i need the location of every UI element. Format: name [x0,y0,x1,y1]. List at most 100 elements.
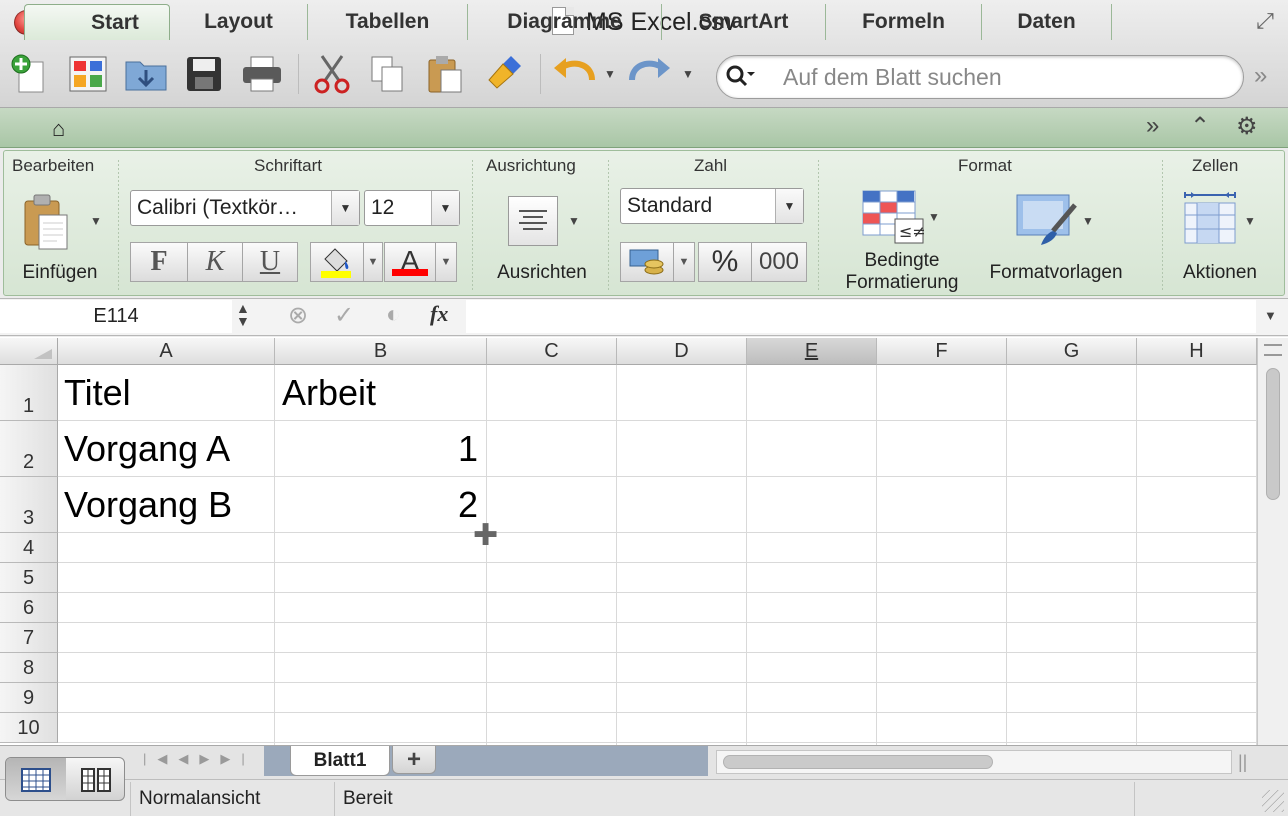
conditional-formatting-dropdown-arrow[interactable]: ▼ [928,210,940,224]
undo-icon[interactable] [552,52,596,96]
expand-formula-bar-arrow[interactable]: ▼ [1264,308,1277,323]
split-handle-icon[interactable]: || [1238,752,1247,773]
tab-tabellen[interactable]: Tabellen [308,4,468,40]
row-header-3[interactable]: 3 [0,477,58,533]
cell-B3[interactable]: 2 [280,484,478,526]
align-icon[interactable] [508,196,558,246]
cell-actions-icon[interactable] [1180,190,1240,250]
search-input[interactable] [783,62,1233,92]
undo-dropdown-arrow[interactable]: ▼ [604,67,616,81]
format-styles-label[interactable]: Formatvorlagen [976,262,1136,284]
highlight-dropdown-arrow[interactable]: ▼ [363,242,383,282]
row-header-4[interactable]: 4 [0,533,58,563]
tab-smartart[interactable]: SmartArt [662,4,826,40]
cell-A1[interactable]: Titel [64,372,131,414]
thousands-separator-button[interactable]: 000 [751,242,807,282]
spreadsheet-grid[interactable] [0,337,1288,745]
cell-actions-dropdown-arrow[interactable]: ▼ [1244,214,1256,228]
sheet-tab-blatt1[interactable]: Blatt1 [290,746,390,776]
font-color-button[interactable]: A [384,242,436,282]
search-icon[interactable] [725,62,785,92]
tab-layout[interactable]: Layout [170,4,308,40]
row-header-5[interactable]: 5 [0,563,58,593]
row-header-10[interactable]: 10 [0,713,58,743]
redo-icon[interactable] [628,52,672,96]
horizontal-scroll-thumb[interactable] [723,755,993,769]
toolbar-overflow-icon[interactable]: » [1254,62,1267,90]
vertical-scrollbar[interactable] [1257,338,1288,745]
row-header-9[interactable]: 9 [0,683,58,713]
cut-icon[interactable] [310,52,354,96]
column-header-g[interactable]: G [1007,338,1137,365]
tab-diagramme[interactable]: Diagramme [468,4,662,40]
tab-formeln[interactable]: Formeln [826,4,982,40]
formula-builder-toggle-icon[interactable]: ◐ [386,301,401,329]
row-header-2[interactable]: 2 [0,421,58,477]
currency-dropdown-arrow[interactable]: ▼ [673,242,695,282]
chevron-down-icon[interactable]: ▼ [431,191,459,225]
paste-dropdown-arrow[interactable]: ▼ [90,214,102,228]
column-header-c[interactable]: C [487,338,617,365]
chevron-down-icon[interactable]: ▼ [775,189,803,223]
font-size-select[interactable]: 12 ▼ [364,190,460,226]
paste-icon[interactable] [424,52,468,96]
templates-icon[interactable] [66,52,110,96]
name-box-stepper[interactable]: ▲ ▼ [236,301,250,328]
font-name-select[interactable]: Calibri (Textkör… ▼ [130,190,360,226]
format-styles-icon[interactable] [1012,190,1082,250]
cell-A3[interactable]: Vorgang B [64,484,232,526]
cell-A2[interactable]: Vorgang A [64,428,230,470]
column-header-h[interactable]: H [1137,338,1257,365]
resize-grip-icon[interactable] [1262,790,1284,812]
column-header-b[interactable]: B [275,338,487,365]
gear-icon[interactable]: ⚙ [1236,112,1258,141]
align-label[interactable]: Ausrichten [480,262,604,284]
conditional-formatting-icon[interactable]: ≤≠ [860,188,926,246]
column-header-e[interactable]: E [747,338,877,365]
number-format-select[interactable]: Standard ▼ [620,188,804,224]
currency-button[interactable] [620,242,674,282]
add-sheet-button[interactable]: + [392,746,436,774]
chevron-down-icon[interactable]: ▼ [331,191,359,225]
cell-actions-label[interactable]: Aktionen [1168,262,1272,284]
split-handle-icon[interactable] [1264,344,1282,356]
highlight-button[interactable] [310,242,364,282]
percent-button[interactable]: % [698,242,752,282]
new-workbook-icon[interactable] [8,52,52,96]
cell-B1[interactable]: Arbeit [282,372,376,414]
bold-button[interactable]: F [130,242,188,282]
normal-view-icon[interactable] [6,758,66,800]
conditional-formatting-label[interactable]: Bedingte Formatierung [832,250,972,294]
name-box[interactable]: E114 [0,300,232,333]
format-styles-dropdown-arrow[interactable]: ▼ [1082,214,1094,228]
paste-big-icon[interactable] [22,192,74,252]
redo-dropdown-arrow[interactable]: ▼ [682,67,694,81]
row-header-1[interactable]: 1 [0,365,58,421]
copy-icon[interactable] [366,52,410,96]
column-header-f[interactable]: F [877,338,1007,365]
format-painter-icon[interactable] [482,52,526,96]
save-icon[interactable] [182,52,226,96]
tab-start[interactable]: Start [24,4,170,40]
fullscreen-icon[interactable]: ⤢ [1252,8,1278,34]
formula-input[interactable] [466,300,1256,333]
tab-daten[interactable]: Daten [982,4,1112,40]
confirm-entry-icon[interactable]: ✓ [334,301,354,330]
column-header-a[interactable]: A [58,338,275,365]
page-layout-view-icon[interactable] [66,758,124,800]
sheet-search[interactable] [716,55,1244,99]
cancel-entry-icon[interactable]: ⊗ [288,301,308,330]
sheet-navigation-arrows[interactable]: |◀◀▶▶| [143,751,256,767]
italic-button[interactable]: K [187,242,243,282]
row-header-8[interactable]: 8 [0,653,58,683]
row-header-7[interactable]: 7 [0,623,58,653]
paste-label[interactable]: Einfügen [12,262,108,284]
vertical-scroll-thumb[interactable] [1266,368,1280,500]
cell-B2[interactable]: 1 [280,428,478,470]
select-all-corner[interactable] [0,338,58,365]
collapse-ribbon-icon[interactable]: ⌃ [1190,112,1210,141]
column-header-d[interactable]: D [617,338,747,365]
row-header-6[interactable]: 6 [0,593,58,623]
horizontal-scrollbar[interactable] [716,750,1232,774]
insert-function-icon[interactable]: fx [430,301,448,327]
